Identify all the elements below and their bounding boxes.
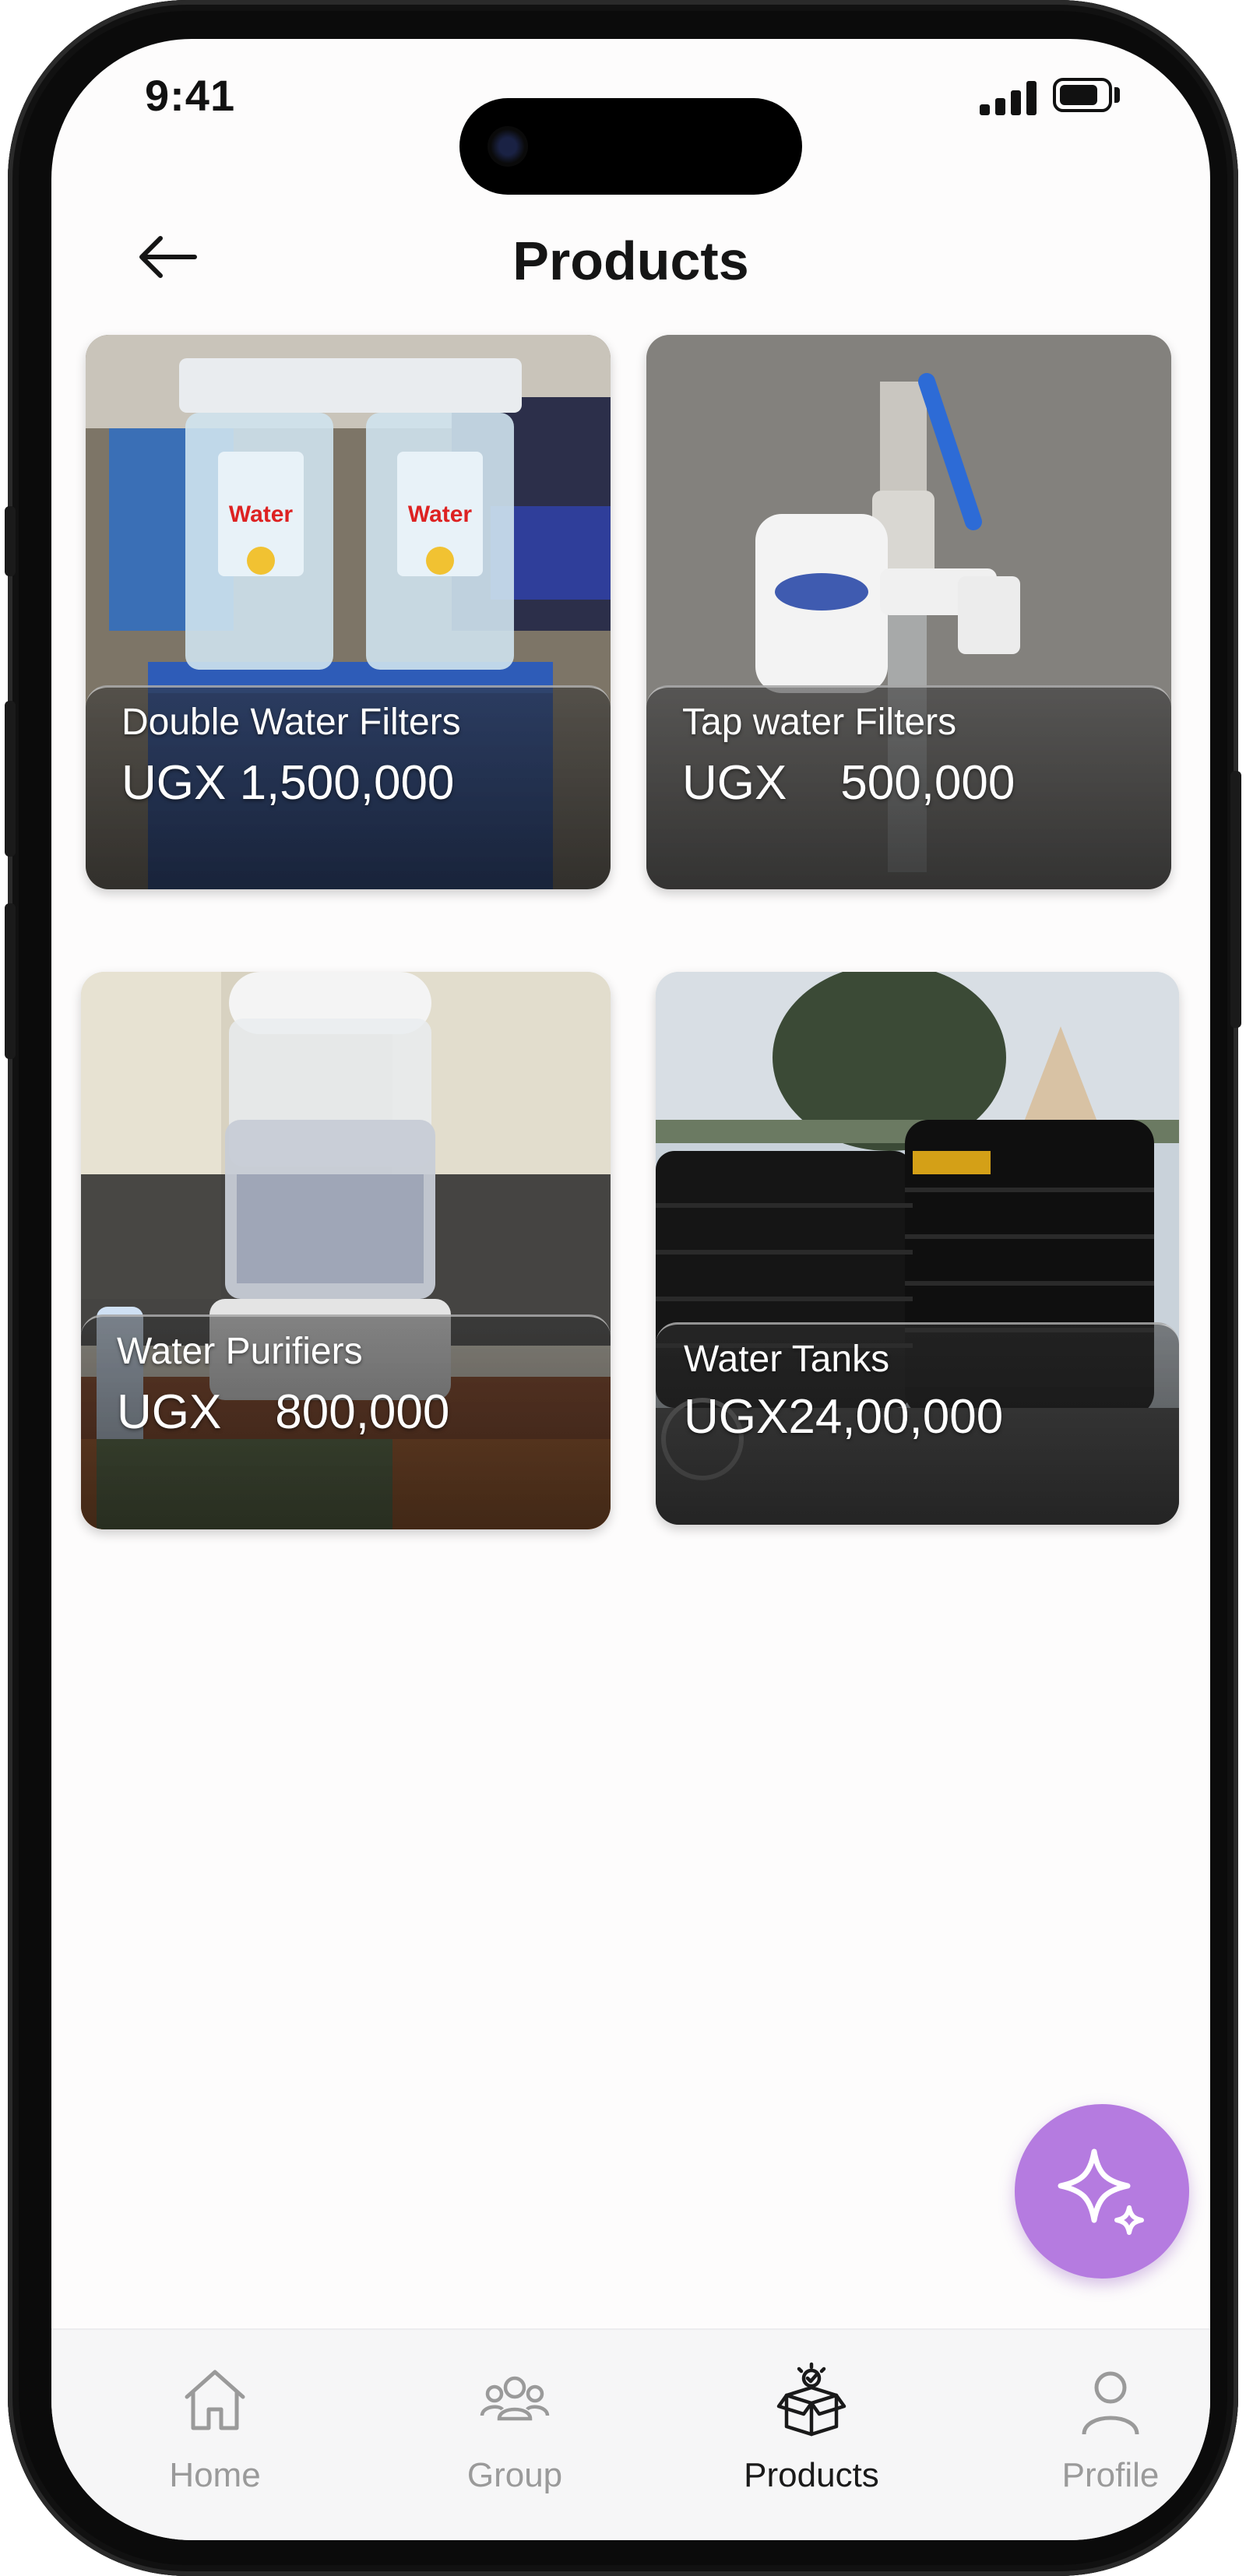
- front-camera: [487, 126, 528, 167]
- battery-tip: [1114, 87, 1120, 103]
- action-button: [5, 506, 16, 576]
- tab-group[interactable]: Group: [398, 2330, 632, 2517]
- product-name: Tap water Filters: [682, 702, 957, 743]
- tab-label: Profile: [1061, 2456, 1160, 2494]
- product-card-water-tanks[interactable]: Water Tanks UGX24,00,000: [656, 972, 1179, 1525]
- svg-text:Water: Water: [408, 501, 473, 527]
- tab-profile[interactable]: Profile: [994, 2330, 1210, 2517]
- products-box-icon: [776, 2362, 847, 2437]
- bottom-tab-bar: Home Group Products Profile: [51, 2328, 1210, 2540]
- battery-icon: [1053, 78, 1112, 112]
- product-name: Double Water Filters: [121, 702, 461, 743]
- group-icon: [480, 2376, 550, 2421]
- product-price: UGX 800,000: [117, 1385, 450, 1439]
- tab-label: Group: [466, 2456, 563, 2494]
- status-time: 9:41: [145, 71, 236, 120]
- page-title: Products: [512, 231, 749, 291]
- product-card-tap-water-filters[interactable]: Tap water Filters UGX 500,000: [646, 335, 1171, 889]
- signal-icon: [980, 81, 1042, 115]
- phone-frame: 9:41 Products Water Water Double Water F…: [5, 0, 1241, 2576]
- volume-up-button: [5, 701, 16, 857]
- volume-down-button: [5, 903, 16, 1059]
- product-name: Water Purifiers: [117, 1331, 363, 1372]
- product-price: UGX 500,000: [682, 756, 1015, 810]
- svg-text:Water: Water: [229, 501, 294, 527]
- tab-label: Products: [744, 2456, 879, 2494]
- product-name: Water Tanks: [684, 1339, 890, 1380]
- product-price: UGX 1,500,000: [121, 756, 455, 810]
- product-card-double-water-filters[interactable]: Water Water Double Water Filters UGX 1,5…: [86, 335, 611, 889]
- sparkle-icon: [1058, 2148, 1144, 2235]
- home-icon: [185, 2370, 245, 2430]
- ai-assistant-fab[interactable]: [1015, 2104, 1189, 2279]
- app-screen: 9:41 Products Water Water Double Water F…: [51, 39, 1210, 2540]
- profile-icon: [1082, 2371, 1139, 2435]
- dynamic-island: [459, 98, 802, 195]
- tab-label: Home: [169, 2456, 261, 2494]
- product-price: UGX24,00,000: [684, 1390, 1004, 1444]
- power-button: [1230, 771, 1241, 1028]
- tab-products[interactable]: Products: [695, 2330, 928, 2517]
- product-card-water-purifiers[interactable]: Water Purifiers UGX 800,000: [81, 972, 611, 1529]
- tab-home[interactable]: Home: [98, 2330, 332, 2517]
